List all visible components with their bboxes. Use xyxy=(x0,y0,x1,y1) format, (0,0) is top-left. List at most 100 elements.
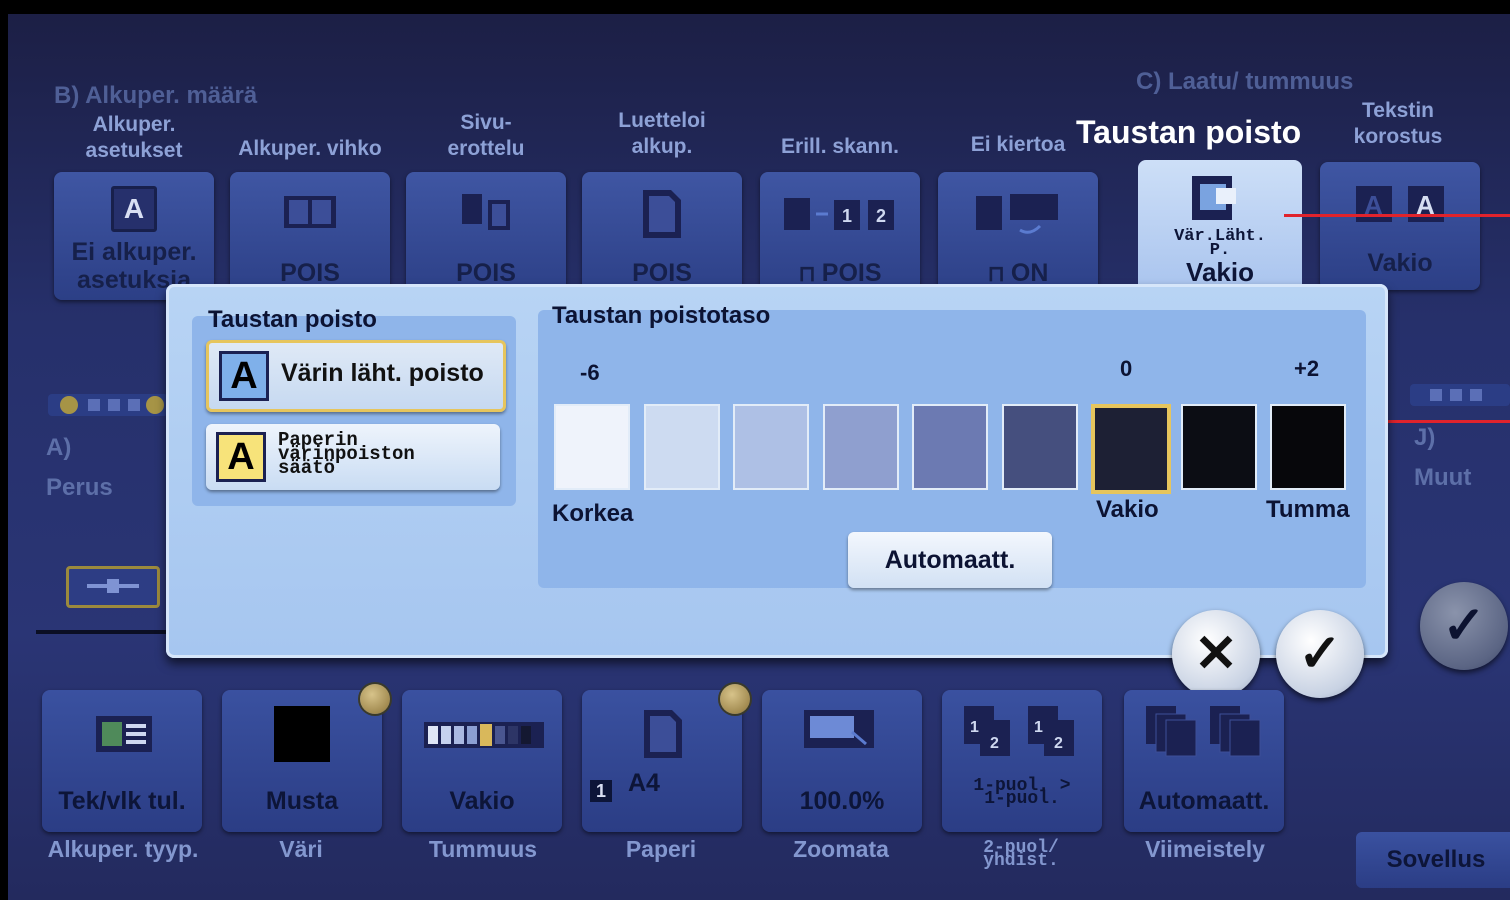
cancel-button[interactable]: ✕ xyxy=(1172,610,1260,698)
removal-level-panel: Taustan poistotaso -6 0 +2 Korkea Vakio … xyxy=(538,302,1366,588)
a-letter-icon: A xyxy=(219,351,269,401)
zoom-label: Zoomata xyxy=(793,836,889,862)
scale-zero-label: 0 xyxy=(1120,356,1133,381)
status-dot xyxy=(720,684,750,714)
page-separation-tile[interactable]: POIS xyxy=(406,172,566,300)
application-button[interactable]: Sovellus xyxy=(1356,832,1510,888)
text-emphasis-tile[interactable]: AA Vakio xyxy=(1320,162,1480,290)
density-value: Vakio xyxy=(449,787,515,815)
background-ok-button[interactable]: ✓ xyxy=(1420,582,1508,670)
tile-label-separate-scan: Erill. skann. xyxy=(781,135,899,158)
section-c-label: C) Laatu/ tummuus xyxy=(1136,68,1354,95)
paper-icon xyxy=(644,710,682,758)
list-originals-tile[interactable]: POIS xyxy=(582,172,742,300)
density-tile[interactable]: Vakio xyxy=(402,690,562,832)
finishing-value: Automaatt. xyxy=(1138,787,1270,815)
zoom-tile[interactable]: 100.0% xyxy=(762,690,922,832)
paper-label: Paperi xyxy=(625,836,697,862)
section-a-label: A) xyxy=(46,434,72,461)
background-removal-mode: Vär.Läht. P. xyxy=(1174,227,1266,260)
tray-badge: 1 xyxy=(590,780,612,802)
color-source-removal-label: Värin läht. poisto xyxy=(281,359,484,387)
finishing-icon xyxy=(1146,706,1261,757)
duplex-icon: 1212 xyxy=(964,706,1074,756)
svg-text:1: 1 xyxy=(842,206,852,226)
background-removal-dialog: Taustan poisto A Värin läht. poisto A Pa… xyxy=(166,284,1388,658)
color-label: Väri xyxy=(279,836,323,862)
ok-button[interactable]: ✓ xyxy=(1276,610,1364,698)
removal-level-swatch[interactable] xyxy=(1180,404,1257,490)
separate-scan-icon: 12 xyxy=(784,198,894,230)
basic-indicator-bar xyxy=(48,394,168,416)
text-emphasis-icon: AA xyxy=(1356,186,1444,222)
removal-level-title: Taustan poistotaso xyxy=(552,302,771,329)
a-letter-icon: A xyxy=(216,432,266,482)
scale-min-label: -6 xyxy=(580,360,600,385)
scale-max-label: +2 xyxy=(1294,356,1320,381)
pages-icon xyxy=(462,194,510,230)
dark-label: Tumma xyxy=(1266,496,1350,523)
background-removal-tile[interactable]: Vär.Läht. P. Vakio xyxy=(1138,160,1302,296)
paper-color-removal-label: Paperin värinpoiston säätö xyxy=(278,429,415,479)
color-tile[interactable]: Musta xyxy=(222,690,382,832)
paper-tile[interactable]: 1 A4 xyxy=(582,690,742,832)
duplex-tile[interactable]: 1212 1-puol. > 1-puol. xyxy=(942,690,1102,832)
paper-color-removal-option[interactable]: A Paperin värinpoiston säätö xyxy=(206,424,500,490)
basic-tab[interactable]: Perus xyxy=(46,474,113,502)
checkmark-icon: ✓ xyxy=(1298,625,1342,683)
svg-text:2: 2 xyxy=(1054,735,1063,752)
rotate-icon xyxy=(976,194,1058,234)
no-rotation-tile[interactable]: ⊓ ON xyxy=(938,172,1098,300)
svg-text:1: 1 xyxy=(970,719,979,736)
density-label: Tummuus xyxy=(428,836,538,862)
original-a-icon: A xyxy=(111,186,157,232)
separate-scan-tile[interactable]: 12 ⊓ POIS xyxy=(760,172,920,300)
svg-text:1: 1 xyxy=(1034,719,1043,736)
tile-label-no-rotation: Ei kiertoa xyxy=(970,133,1066,156)
original-settings-tile[interactable]: A Ei alkuper. asetuksia xyxy=(54,172,214,300)
device-screen: B) Alkuper. määrä C) Laatu/ tummuus Alku… xyxy=(8,14,1510,900)
other-indicator-bar xyxy=(1410,384,1510,406)
status-dot xyxy=(360,684,390,714)
removal-level-swatch[interactable] xyxy=(554,404,630,490)
density-scale-icon xyxy=(424,722,544,748)
black-swatch-icon xyxy=(274,706,330,762)
finishing-label: Viimeistely xyxy=(1145,836,1265,862)
tile-label-original-booklet: Alkuper. vihko xyxy=(238,137,382,160)
removal-type-panel: Taustan poisto A Värin läht. poisto A Pa… xyxy=(192,306,516,506)
finishing-tile[interactable]: Automaatt. xyxy=(1124,690,1284,832)
original-type-value: Tek/vlk tul. xyxy=(58,787,186,815)
checkmark-icon: ✓ xyxy=(1442,597,1486,655)
svg-text:2: 2 xyxy=(990,735,999,752)
original-type-tile[interactable]: Tek/vlk tul. xyxy=(42,690,202,832)
auto-button[interactable]: Automaatt. xyxy=(848,532,1052,588)
tile-label-original-settings: Alkuper. asetukset xyxy=(85,113,183,162)
page-icon xyxy=(643,190,681,238)
zoom-value: 100.0% xyxy=(799,787,885,815)
original-booklet-tile[interactable]: POIS xyxy=(230,172,390,300)
removal-level-swatch[interactable] xyxy=(822,404,899,490)
standard-label: Vakio xyxy=(1096,496,1159,523)
slider-toggle-button[interactable] xyxy=(66,566,160,608)
high-label: Korkea xyxy=(552,500,634,527)
section-b-label: B) Alkuper. määrä xyxy=(54,82,258,109)
removal-level-swatch[interactable] xyxy=(733,404,809,490)
color-value: Musta xyxy=(265,787,339,815)
background-removal-title: Taustan poisto xyxy=(1076,114,1302,150)
platen-icon: ⊓ xyxy=(987,261,1011,286)
removal-level-swatch[interactable] xyxy=(1270,404,1346,490)
duplex-value: 1-puol. > 1-puol. xyxy=(973,776,1071,809)
zoom-icon xyxy=(804,710,874,748)
other-tab[interactable]: Muut xyxy=(1414,464,1471,492)
book-icon xyxy=(284,196,336,228)
removal-level-swatch[interactable] xyxy=(643,404,720,490)
divider xyxy=(36,630,176,634)
removal-level-swatch[interactable] xyxy=(912,404,988,490)
svg-text:2: 2 xyxy=(876,206,886,226)
removal-level-swatch[interactable] xyxy=(1001,404,1078,490)
tile-label-list-originals: Luetteloi alkup. xyxy=(618,109,706,158)
color-source-removal-option[interactable]: A Värin läht. poisto xyxy=(206,340,506,412)
section-j-label: J) xyxy=(1414,424,1436,451)
tile-label-page-separation: Sivu- erottelu xyxy=(447,111,525,160)
removal-level-swatch[interactable] xyxy=(1091,404,1171,494)
